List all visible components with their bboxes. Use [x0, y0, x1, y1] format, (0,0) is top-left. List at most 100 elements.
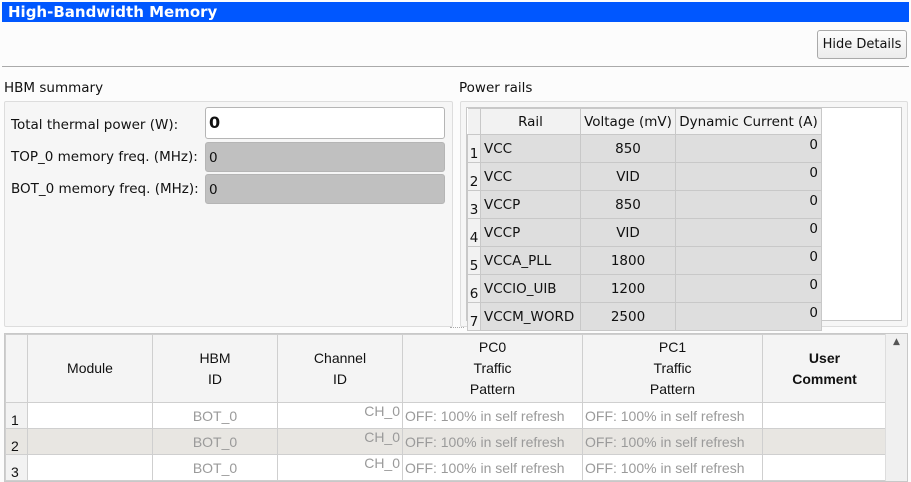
- table-row[interactable]: 2 BOT_0 CH_0 OFF: 100% in self refresh O…: [5, 428, 887, 455]
- column-header-pc1-traffic[interactable]: PC1 Traffic Pattern: [582, 334, 763, 403]
- current-cell[interactable]: 0: [675, 218, 822, 247]
- header-line: User: [808, 349, 841, 366]
- corner-cell: [5, 334, 28, 403]
- header-line: PC0: [478, 339, 507, 355]
- modules-table: Module HBM ID Channel ID PC0 Traffic Pattern PC1…: [5, 334, 887, 481]
- header-line: Pattern: [469, 381, 516, 397]
- column-header-channel-id[interactable]: Channel ID: [277, 334, 403, 403]
- column-header-pc0-traffic[interactable]: PC0 Traffic Pattern: [402, 334, 583, 403]
- current-cell[interactable]: 0: [675, 162, 822, 191]
- voltage-cell[interactable]: 850: [580, 134, 676, 163]
- voltage-cell[interactable]: 1800: [580, 246, 676, 275]
- table-row[interactable]: 2 VCC VID 0: [467, 162, 822, 191]
- table-header-row: Rail Voltage (mV) Dynamic Current (A): [467, 108, 822, 135]
- rail-cell[interactable]: VCC: [480, 162, 581, 191]
- corner-cell: [467, 108, 481, 135]
- pc1-traffic-cell[interactable]: OFF: 100% in self refresh: [582, 454, 763, 481]
- bot0-freq-field: 0: [205, 174, 445, 204]
- current-cell[interactable]: 0: [675, 246, 822, 275]
- voltage-cell[interactable]: 1200: [580, 274, 676, 303]
- rail-cell[interactable]: VCCM_WORD: [480, 302, 581, 331]
- header-line: Channel: [313, 349, 367, 366]
- user-comment-cell[interactable]: [762, 428, 887, 455]
- bot0-freq-label: BOT_0 memory freq. (MHz):: [11, 181, 199, 197]
- module-cell[interactable]: [27, 402, 153, 429]
- row-number: 2: [5, 428, 28, 455]
- row-number: 1: [5, 402, 28, 429]
- column-header-current[interactable]: Dynamic Current (A): [675, 108, 822, 135]
- hbm-summary-title: HBM summary: [4, 80, 104, 96]
- voltage-cell[interactable]: 850: [580, 190, 676, 219]
- window-title: High-Bandwidth Memory: [2, 2, 909, 22]
- table-row[interactable]: 3 VCCP 850 0: [467, 190, 822, 219]
- total-thermal-power-field[interactable]: 0: [205, 107, 445, 139]
- row-number: 6: [467, 274, 481, 303]
- hbm-id-cell[interactable]: BOT_0: [152, 402, 278, 429]
- current-cell[interactable]: 0: [675, 302, 822, 331]
- scroll-up-arrow-icon[interactable]: ▲: [886, 337, 907, 347]
- header-line: ID: [208, 370, 222, 387]
- hbm-id-cell[interactable]: BOT_0: [152, 454, 278, 481]
- voltage-cell[interactable]: VID: [580, 218, 676, 247]
- column-header-module[interactable]: Module: [27, 334, 153, 403]
- table-row[interactable]: 3 BOT_0 CH_0 OFF: 100% in self refresh O…: [5, 454, 887, 481]
- table-header-row: Module HBM ID Channel ID PC0 Traffic Pattern PC1…: [5, 334, 887, 403]
- pc0-traffic-cell[interactable]: OFF: 100% in self refresh: [402, 402, 583, 429]
- rail-cell[interactable]: VCCIO_UIB: [480, 274, 581, 303]
- header-line: ID: [333, 370, 347, 387]
- user-comment-cell[interactable]: [762, 402, 887, 429]
- table-row[interactable]: 7 VCCM_WORD 2500 0: [467, 302, 822, 331]
- header-line: Comment: [792, 370, 857, 387]
- column-header-voltage[interactable]: Voltage (mV): [580, 108, 676, 135]
- header-line: PC1: [658, 339, 687, 355]
- power-rails-title: Power rails: [459, 80, 533, 96]
- module-cell[interactable]: [27, 454, 153, 481]
- hbm-id-cell[interactable]: BOT_0: [152, 428, 278, 455]
- header-line: Module: [67, 360, 113, 376]
- vertical-scrollbar[interactable]: ▲: [885, 334, 907, 481]
- table-row[interactable]: 6 VCCIO_UIB 1200 0: [467, 274, 822, 303]
- rail-cell[interactable]: VCCP: [480, 218, 581, 247]
- channel-id-cell[interactable]: CH_0: [277, 402, 403, 429]
- row-number: 1: [467, 134, 481, 163]
- divider: [2, 66, 909, 67]
- hide-details-button[interactable]: Hide Details: [817, 30, 907, 59]
- header-line: Traffic: [653, 360, 692, 376]
- splitter-handle[interactable]: [450, 327, 464, 331]
- table-row[interactable]: 5 VCCA_PLL 1800 0: [467, 246, 822, 275]
- power-rails-table-frame: Rail Voltage (mV) Dynamic Current (A) 1 …: [466, 107, 902, 331]
- user-comment-cell[interactable]: [762, 454, 887, 481]
- column-header-rail[interactable]: Rail: [480, 108, 581, 135]
- header-line: Pattern: [649, 381, 696, 397]
- current-cell[interactable]: 0: [675, 190, 822, 219]
- current-cell[interactable]: 0: [675, 134, 822, 163]
- voltage-cell[interactable]: 2500: [580, 302, 676, 331]
- row-number: 3: [467, 190, 481, 219]
- rail-cell[interactable]: VCCP: [480, 190, 581, 219]
- pc1-traffic-cell[interactable]: OFF: 100% in self refresh: [582, 402, 763, 429]
- rail-cell[interactable]: VCC: [480, 134, 581, 163]
- pc0-traffic-cell[interactable]: OFF: 100% in self refresh: [402, 454, 583, 481]
- voltage-cell[interactable]: VID: [580, 162, 676, 191]
- total-thermal-power-label: Total thermal power (W):: [11, 117, 179, 133]
- column-header-user-comment[interactable]: User Comment: [762, 334, 887, 403]
- modules-table-frame: Module HBM ID Channel ID PC0 Traffic Pattern PC1…: [4, 333, 908, 482]
- header-line: HBM: [199, 349, 231, 366]
- row-number: 2: [467, 162, 481, 191]
- table-row[interactable]: 1 VCC 850 0: [467, 134, 822, 163]
- pc0-traffic-cell[interactable]: OFF: 100% in self refresh: [402, 428, 583, 455]
- channel-id-cell[interactable]: CH_0: [277, 454, 403, 481]
- current-cell[interactable]: 0: [675, 274, 822, 303]
- channel-id-cell[interactable]: CH_0: [277, 428, 403, 455]
- module-cell[interactable]: [27, 428, 153, 455]
- header-line: Traffic: [473, 360, 512, 376]
- pc1-traffic-cell[interactable]: OFF: 100% in self refresh: [582, 428, 763, 455]
- power-rails-table: Rail Voltage (mV) Dynamic Current (A) 1 …: [467, 108, 822, 331]
- table-row[interactable]: 1 BOT_0 CH_0 OFF: 100% in self refresh O…: [5, 402, 887, 429]
- rail-cell[interactable]: VCCA_PLL: [480, 246, 581, 275]
- row-number: 4: [467, 218, 481, 247]
- column-header-hbm-id[interactable]: HBM ID: [152, 334, 278, 403]
- table-row[interactable]: 4 VCCP VID 0: [467, 218, 822, 247]
- row-number: 5: [467, 246, 481, 275]
- top0-freq-label: TOP_0 memory freq. (MHz):: [11, 149, 198, 165]
